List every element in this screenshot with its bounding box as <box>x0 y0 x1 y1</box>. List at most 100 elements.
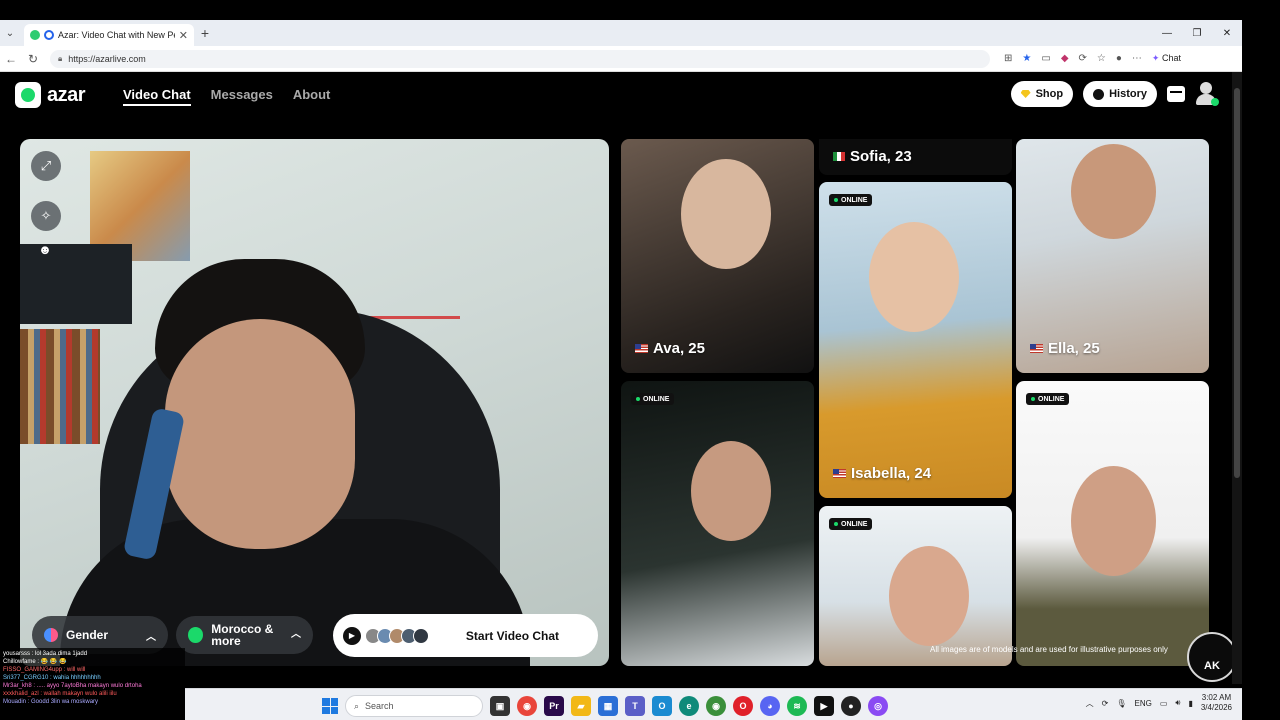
browser-tab-azar[interactable]: Azar: Video Chat with New Pe ✕ <box>24 24 194 46</box>
recording-indicator-icon <box>44 30 54 40</box>
file-explorer-icon[interactable]: ▰ <box>571 696 591 716</box>
copilot-chat-button[interactable]: ✦ Chat <box>1152 53 1181 64</box>
chevron-up-icon: ︿ <box>291 629 301 640</box>
screen-top-border <box>0 0 1242 20</box>
nav-about[interactable]: About <box>293 87 331 106</box>
new-tab-plus-icon[interactable]: + <box>194 25 216 41</box>
nav-messages[interactable]: Messages <box>211 87 273 106</box>
chrome-alt-icon[interactable]: ◉ <box>706 696 726 716</box>
profile-card-sofia[interactable]: Sofia, 23 <box>819 139 1012 175</box>
italy-flag-icon <box>833 152 845 161</box>
premiere-icon[interactable]: Pr <box>544 696 564 716</box>
battery-icon[interactable]: ▮ <box>1188 699 1192 708</box>
microphone-icon[interactable]: 🎙︎ <box>1116 699 1126 708</box>
card-name-text: Isabella, 24 <box>851 465 932 482</box>
card-name-text: Ava, 25 <box>653 340 705 357</box>
screen-right-border <box>1242 0 1280 720</box>
profile-avatar[interactable] <box>1195 82 1219 106</box>
scrollbar-thumb[interactable] <box>1234 88 1240 478</box>
spotify-icon[interactable]: ≋ <box>787 696 807 716</box>
tab-title: Azar: Video Chat with New Pe <box>58 30 175 40</box>
profile-card-smiling[interactable]: ONLINE <box>1016 381 1209 666</box>
tab-list-chevron-icon[interactable]: ⌄ <box>0 20 20 46</box>
volume-icon[interactable]: 🔊︎ <box>1175 698 1180 708</box>
restore-icon[interactable]: ❐ <box>1182 20 1212 46</box>
search-icon: ⌕ <box>354 700 360 711</box>
store-icon[interactable]: ▦ <box>598 696 618 716</box>
sync-icon[interactable]: ⟳ <box>1102 699 1109 708</box>
task-view-icon[interactable]: ▣ <box>490 696 510 716</box>
profile-card-man[interactable]: ONLINE <box>621 381 814 666</box>
screen-share-icon[interactable]: ▭ <box>1041 53 1050 64</box>
card-name: Ava, 25 <box>635 340 705 357</box>
close-window-icon[interactable]: ✕ <box>1212 20 1242 46</box>
app-available-icon[interactable]: ⊞ <box>1004 53 1012 64</box>
profile-avatar-icon[interactable]: ● <box>1116 53 1122 64</box>
stream-chat-overlay: yousarsss : lol 3ada dima 1jadd Chillowf… <box>0 648 185 720</box>
show-hidden-icons-chevron-icon[interactable]: ︿ <box>1086 698 1094 709</box>
profile-card-ella[interactable]: Ella, 25 <box>1016 139 1209 373</box>
card-photo <box>889 546 969 646</box>
clock[interactable]: 3:02 AM 3/4/2026 <box>1201 693 1232 713</box>
shop-button[interactable]: Shop <box>1010 81 1074 107</box>
favorites-icon[interactable]: ☆ <box>1097 53 1106 64</box>
favorite-star-icon[interactable]: ★ <box>1022 53 1031 64</box>
bookshelf <box>20 329 100 444</box>
teams-icon[interactable]: T <box>625 696 645 716</box>
app-purple-icon[interactable]: ◎ <box>868 696 888 716</box>
azar-logo[interactable]: azar <box>15 82 86 108</box>
magic-effects-icon[interactable]: ✧ <box>31 201 61 231</box>
search-placeholder: Search <box>365 701 394 711</box>
us-flag-icon <box>833 469 846 478</box>
online-badge: ONLINE <box>631 393 675 405</box>
wall-light <box>360 239 460 319</box>
url-text: https://azarlive.com <box>68 53 146 64</box>
face-filter-icon[interactable]: ☻ <box>31 235 59 263</box>
language-indicator[interactable]: ENG <box>1135 699 1152 708</box>
inbox-icon[interactable] <box>1167 86 1185 102</box>
back-arrow-icon[interactable]: ← <box>0 52 22 66</box>
card-photo <box>691 441 771 541</box>
more-menu-icon[interactable]: ⋯ <box>1132 53 1142 64</box>
history-button[interactable]: History <box>1083 81 1157 107</box>
browser-toolbar: ⊞ ★ ▭ ◆ ⟳ ☆ ● ⋯ ✦ Chat <box>1004 53 1181 64</box>
taskbar-search[interactable]: ⌕ Search <box>345 695 483 717</box>
card-photo <box>869 222 959 332</box>
profile-card-ava[interactable]: Ava, 25 <box>621 139 814 373</box>
online-badge-label: ONLINE <box>841 196 868 204</box>
profile-card-isabella[interactable]: ONLINE Isabella, 24 <box>819 182 1012 498</box>
obs-icon[interactable]: ● <box>841 696 861 716</box>
discord-icon[interactable]: ◕ <box>760 696 780 716</box>
outlook-icon[interactable]: O <box>652 696 672 716</box>
extension-shield-icon[interactable]: ◆ <box>1061 53 1069 64</box>
card-name-text: Ella, 25 <box>1048 340 1100 357</box>
profile-card-laughing[interactable]: ONLINE <box>819 506 1012 666</box>
windows-taskbar: ⌕ Search ▣ ◉ Pr ▰ ▦ T O e ◉ O ◕ ≋ ▶ ● ◎ … <box>185 688 1242 720</box>
edge-icon[interactable]: e <box>679 696 699 716</box>
card-name-text: Sofia, 23 <box>850 148 912 165</box>
region-filter-button[interactable]: Morocco & more ︿ <box>176 616 313 654</box>
capcut-icon[interactable]: ▶ <box>814 696 834 716</box>
start-video-chat-button[interactable]: ▶ Start Video Chat <box>333 614 598 657</box>
reload-icon[interactable]: ↻ <box>22 52 44 66</box>
browser-tab-bar: ⌄ Azar: Video Chat with New Pe ✕ + — ❐ ✕ <box>0 20 1242 46</box>
clock-date: 3/4/2026 <box>1200 703 1232 712</box>
online-badge-label: ONLINE <box>841 520 868 528</box>
display-icon[interactable]: ▭ <box>1160 699 1168 708</box>
site-info-icon[interactable]: 🔒︎ <box>58 54 62 64</box>
gender-icon <box>44 628 58 642</box>
azar-favicon-icon <box>30 30 40 40</box>
start-windows-icon[interactable] <box>322 698 338 714</box>
opera-icon[interactable]: O <box>733 696 753 716</box>
expand-icon[interactable]: ⤢ <box>31 151 61 181</box>
url-field[interactable]: 🔒︎ https://azarlive.com <box>50 49 990 68</box>
chrome-icon[interactable]: ◉ <box>517 696 537 716</box>
online-badge-label: ONLINE <box>1038 395 1065 403</box>
us-flag-icon <box>1030 344 1043 353</box>
minimize-icon[interactable]: — <box>1152 20 1182 46</box>
nav-video-chat[interactable]: Video Chat <box>123 87 191 106</box>
tab-close-icon[interactable]: ✕ <box>179 29 188 42</box>
refresh-extension-icon[interactable]: ⟳ <box>1079 53 1087 64</box>
page-scrollbar[interactable] <box>1232 72 1242 684</box>
chat-line: yousarsss : lol 3ada dima 1jadd <box>3 651 88 657</box>
